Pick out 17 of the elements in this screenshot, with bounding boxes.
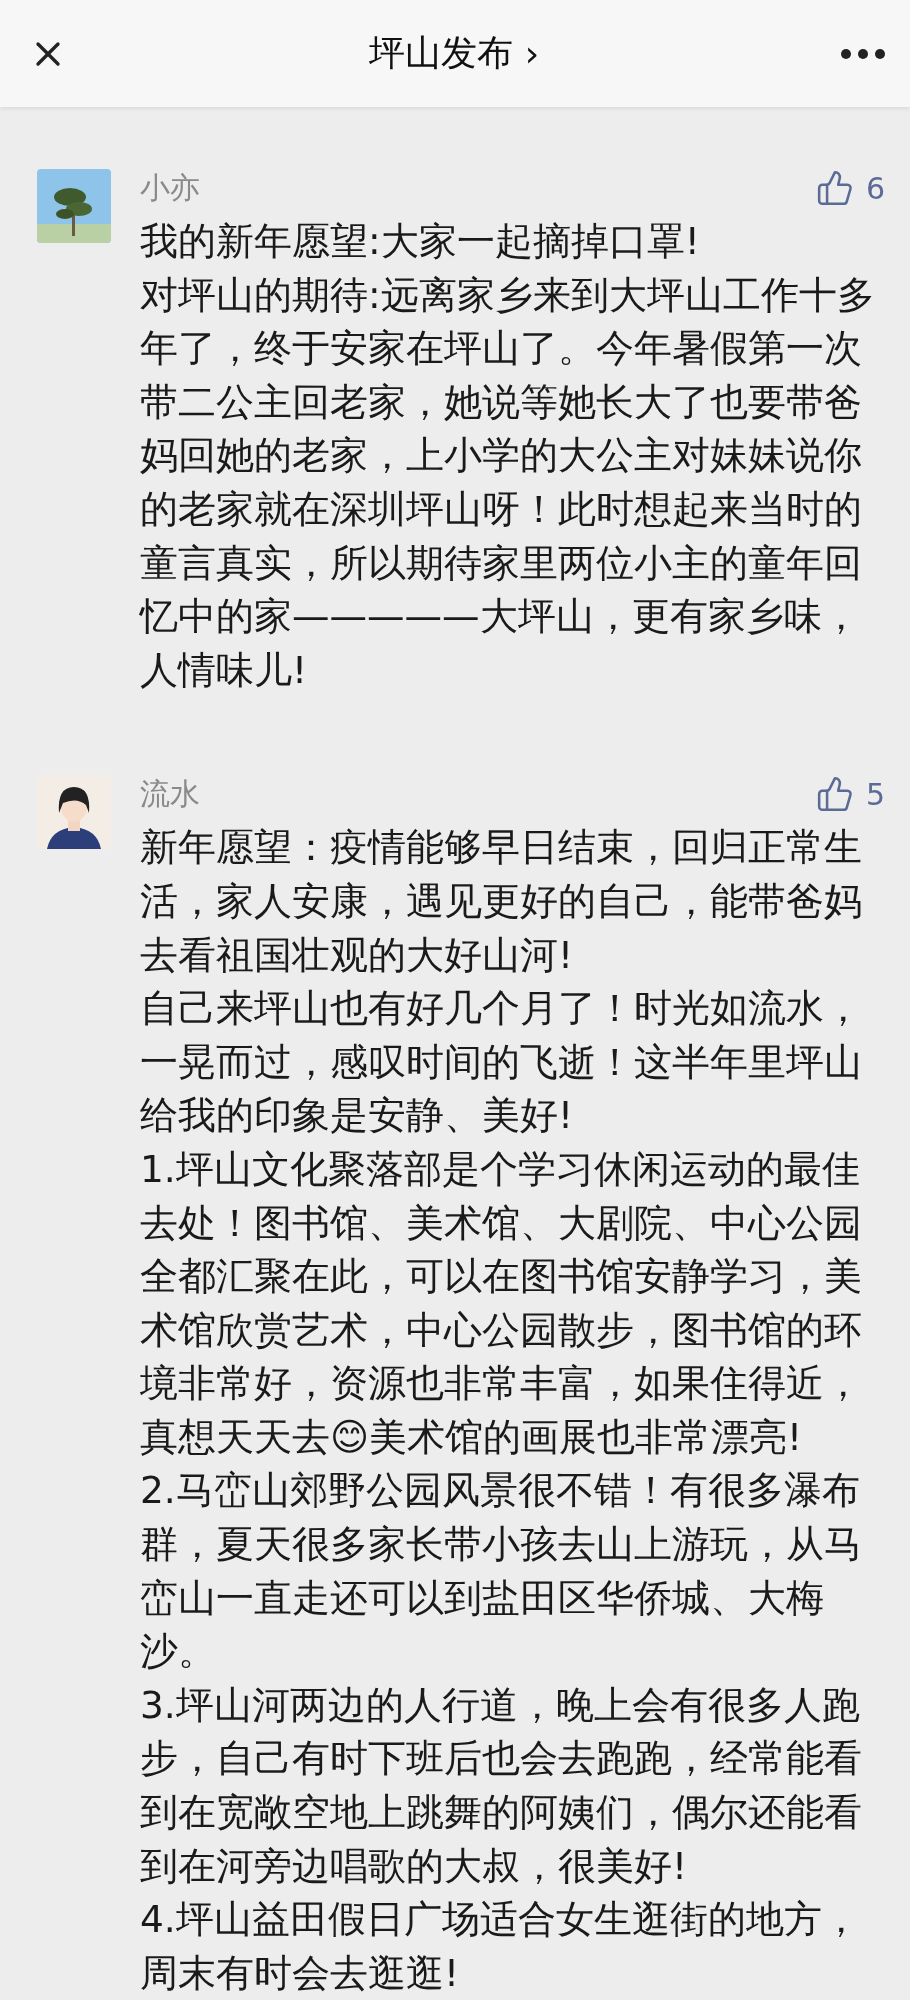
comment-text: 2.马峦山郊野公园风景很不错！有很多瀑布群，夏天很多家长带小孩去山上游玩，从马峦山一直走还可以到盐田区华侨城、大梅沙。 — [140, 1468, 862, 1674]
comment-text: 新年愿望：疫情能够早日结束，回归正常生活，家人安康，遇见更好的自己，能带爸妈去看祖国壮观的大好山河! — [140, 825, 862, 977]
comment-text: 4.坪山益田假日广场适合女生逛街的地方，周末有时会去逛逛! — [140, 1897, 860, 1995]
account-title[interactable]: 坪山发布 — [368, 29, 513, 78]
like-icon[interactable] — [815, 169, 854, 207]
more-icon[interactable] — [840, 47, 886, 60]
comment-text: 3.坪山河两边的人行道，晚上会有很多人跑步，自己有时下班后也会去跑跑，经常能看到在宽敞空地上跳舞的阿姨们，偶尔还能看到在河旁边唱歌的大叔，很美好! — [140, 1682, 862, 1888]
commenter-name: 小亦 — [140, 168, 200, 207]
comment-text: 1.坪山文化聚落部是个学习休闲运动的最佳去处！图书馆、美术馆、大剧院、中心公园全都汇聚在此，可以在图书馆安静学习，美术馆欣赏艺术，中心公园散步，图书馆的环境非常好，资源也非常丰富，如果住得近，真想天天去😊美术馆的画展也非常漂亮! — [140, 1146, 862, 1459]
comment-text: 对坪山的期待:远离家乡来到大坪山工作十多年了，终于安家在坪山了。今年暑假第一次带二公主回老家，她说等她长大了也要带爸妈回她的老家，上小学的大公主对妹妹说你的老家就在深圳坪山呀！此时想起来当时的童言真实，所以期待家里两位小主的童年回忆中的家—————大坪山，更有家乡味，人情味儿! — [140, 272, 875, 692]
comment-text: 我的新年愿望:大家一起摘掉口罩! — [140, 219, 700, 263]
commenter-name: 流水 — [140, 774, 200, 813]
like-count: 5 — [865, 776, 885, 812]
title-arrow[interactable]: › — [524, 33, 540, 74]
like-icon[interactable] — [815, 775, 854, 814]
like-count: 6 — [865, 170, 885, 206]
comment-text: 自己来坪山也有好几个月了！时光如流水，一晃而过，感叹时间的飞逝！这半年里坪山给我的印象是安静、美好! — [140, 986, 862, 1138]
